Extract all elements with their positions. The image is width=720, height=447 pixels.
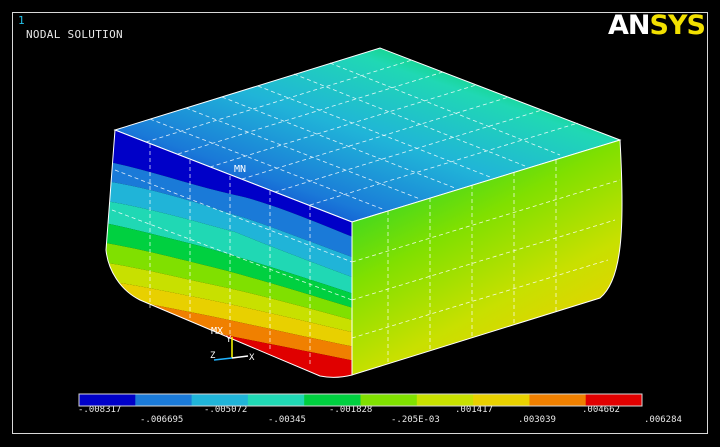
svg-text:Y: Y [226, 335, 232, 345]
legend-swatch [529, 394, 587, 406]
legend-lower-label-4: .006284 [644, 415, 682, 425]
legend-swatch [135, 394, 193, 406]
legend-upper-label-0: -.008317 [78, 405, 122, 415]
max-marker: MX [211, 326, 223, 337]
legend-lower-label-0: -.006695 [140, 415, 184, 425]
legend-upper-label-3: .001417 [455, 405, 493, 415]
contour-model-view[interactable]: MN MX Y X Z [0, 0, 720, 447]
legend-lower-label-1: -.00345 [268, 415, 306, 425]
legend-upper-label-1: -.005072 [204, 405, 248, 415]
legend-lower-label-3: .003039 [518, 415, 556, 425]
legend-swatch [247, 394, 305, 406]
svg-text:X: X [249, 353, 255, 363]
legend-lower-label-2: -.205E-03 [391, 415, 440, 425]
legend-upper-label-4: .004662 [582, 405, 620, 415]
min-marker: MN [234, 164, 246, 175]
legend-upper-label-2: -.001828 [329, 405, 373, 415]
svg-text:Z: Z [210, 351, 216, 361]
